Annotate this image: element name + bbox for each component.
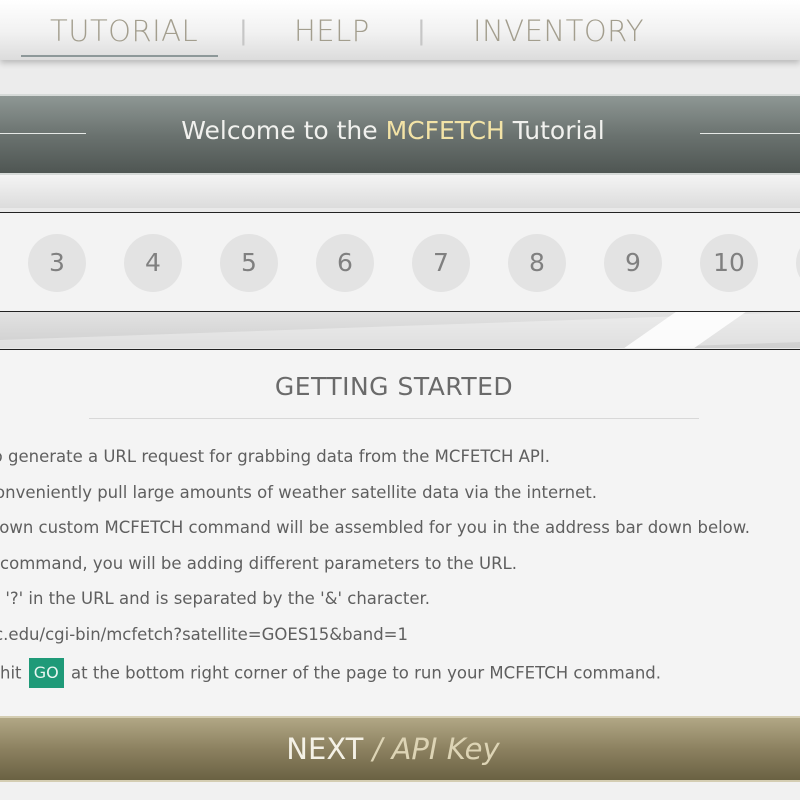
welcome-banner: Welcome to the MCFETCH Tutorial — [0, 94, 800, 175]
step-3[interactable]: 3 — [28, 234, 86, 292]
next-label: NEXT — [286, 732, 364, 766]
banner-title: Welcome to the MCFETCH Tutorial — [0, 116, 786, 145]
step-5[interactable]: 5 — [220, 234, 278, 292]
banner-title-suffix: Tutorial — [504, 116, 605, 145]
section-heading: GETTING STARTED — [274, 372, 514, 401]
go-line-prefix: utorial, hit — [0, 663, 22, 683]
step-8[interactable]: 8 — [508, 234, 566, 292]
nav-inventory[interactable]: INVENTORY — [473, 14, 644, 50]
banner-title-highlight: MCFETCH — [385, 116, 505, 145]
next-button[interactable]: NEXT / API Key — [0, 716, 800, 782]
divider-strip — [0, 175, 800, 208]
divider-strip — [0, 60, 800, 94]
content-line: r the '?' in the URL and is separated by… — [0, 589, 430, 608]
step-pager: 3 4 5 6 7 8 9 10 — [0, 212, 800, 312]
nav-help[interactable]: HELP — [294, 14, 370, 50]
go-line-suffix: at the bottom right corner of the page t… — [71, 663, 661, 683]
step-next-partial[interactable] — [796, 234, 800, 292]
banner-rule-right — [700, 133, 800, 134]
footer-strip — [0, 782, 800, 800]
nav-active-indicator — [21, 55, 218, 57]
step-9[interactable]: 9 — [604, 234, 662, 292]
nav-tutorial[interactable]: TUTORIAL — [50, 14, 198, 50]
next-sublabel: / API Key — [372, 732, 500, 766]
tutorial-content: GETTING STARTED ow to generate a URL req… — [0, 349, 800, 717]
step-6[interactable]: 6 — [316, 234, 374, 292]
top-nav: TUTORIAL | HELP | INVENTORY — [0, 0, 800, 60]
content-line: , your own custom MCFETCH command will b… — [0, 518, 750, 537]
content-url-example: s.wisc.edu/cgi-bin/mcfetch?satellite=GOE… — [0, 625, 408, 644]
nav-separator: | — [417, 16, 426, 46]
next-label-wrap: NEXT / API Key — [0, 732, 786, 766]
content-line: CETCH command, you will be adding differ… — [0, 554, 517, 573]
step-4[interactable]: 4 — [124, 234, 182, 292]
content-line-go: utorial, hit GO at the bottom right corn… — [0, 658, 661, 688]
banner-title-prefix: Welcome to the — [181, 116, 386, 145]
divider-strip — [0, 312, 800, 348]
step-10[interactable]: 10 — [700, 234, 758, 292]
go-button[interactable]: GO — [28, 658, 64, 688]
content-line: ble to conveniently pull large amounts o… — [0, 483, 597, 502]
nav-separator: | — [239, 16, 248, 46]
step-7[interactable]: 7 — [412, 234, 470, 292]
heading-rule — [89, 418, 699, 419]
content-line: ow to generate a URL request for grabbin… — [0, 447, 550, 466]
